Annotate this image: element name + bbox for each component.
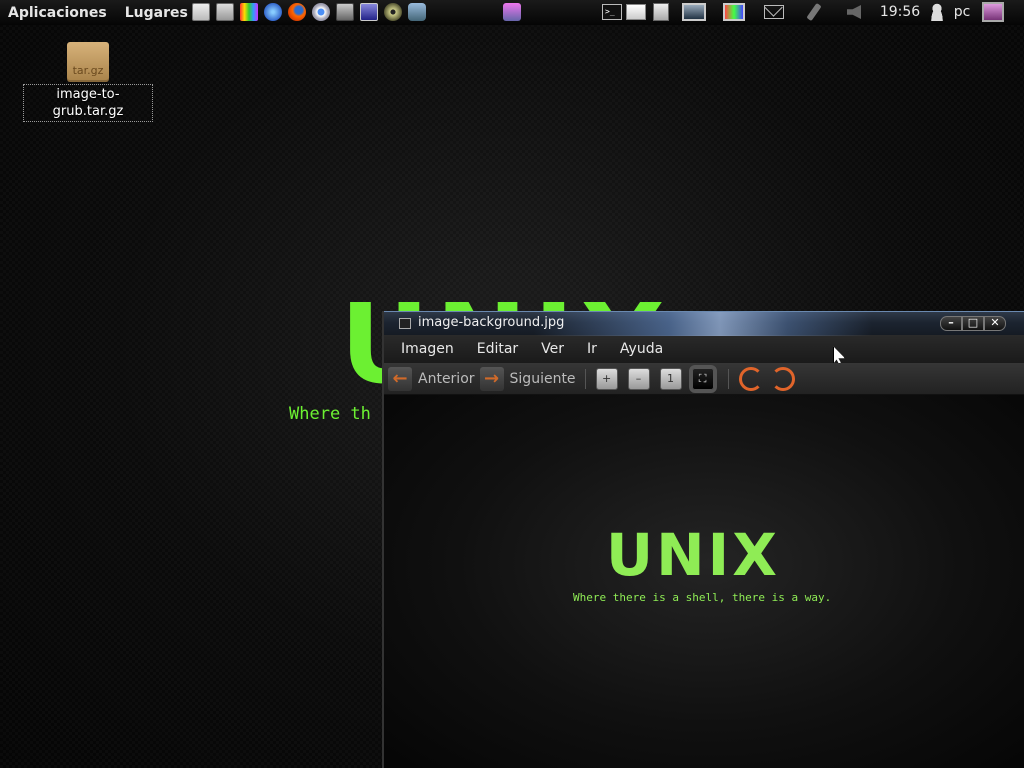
normal-size-button[interactable]: 1 <box>659 367 682 390</box>
text-editor-icon <box>192 3 210 21</box>
screenshot-launcher[interactable] <box>333 1 357 23</box>
power-indicator[interactable] <box>794 1 834 23</box>
image-viewer-window: image-background.jpg – □ ✕ Imagen Editar… <box>382 311 1024 768</box>
image-logo: UNIX <box>606 521 780 589</box>
wallpaper-tagline: Where th <box>289 404 371 424</box>
volume-icon <box>847 5 861 19</box>
user-name[interactable]: pc <box>948 1 976 23</box>
rotate-left-icon[interactable] <box>738 366 763 391</box>
maximize-button[interactable]: □ <box>962 316 984 331</box>
image-canvas[interactable]: UNIX Where there is a shell, there is a … <box>384 395 1024 768</box>
form-launcher[interactable] <box>213 1 237 23</box>
monitor-launcher[interactable] <box>357 1 381 23</box>
monitor-icon <box>360 3 378 21</box>
toolbar: ← Anterior → Siguiente + – 1 ⛶ <box>384 363 1024 395</box>
menu-ver[interactable]: Ver <box>541 341 564 357</box>
best-fit-button[interactable]: ⛶ <box>688 364 717 393</box>
text-editor-launcher[interactable] <box>189 1 213 23</box>
paint-icon <box>240 3 258 21</box>
chrome-icon <box>312 3 330 21</box>
folder-icon <box>626 4 646 20</box>
mail-indicator[interactable] <box>754 1 794 23</box>
next-button[interactable]: Siguiente <box>510 371 576 387</box>
zoom-out-button[interactable]: – <box>627 367 650 390</box>
rotate-right-icon[interactable] <box>770 366 795 391</box>
minimize-button[interactable]: – <box>940 316 962 331</box>
previous-arrow-icon[interactable]: ← <box>388 366 412 391</box>
session-menu[interactable] <box>976 1 1010 23</box>
firefox-launcher[interactable] <box>285 1 309 23</box>
toolbar-separator <box>727 368 729 389</box>
plug-icon <box>806 2 822 22</box>
window-menu-icon[interactable] <box>399 318 411 329</box>
database-launcher[interactable] <box>261 1 285 23</box>
image-tagline: Where there is a shell, there is a way. <box>573 591 832 604</box>
window-titlebar[interactable]: image-background.jpg – □ ✕ <box>384 311 1024 336</box>
toolbar-separator <box>584 368 586 389</box>
places-menu[interactable]: Lugares <box>125 5 188 21</box>
system-tray: >_ 19:56 pc <box>600 1 1010 23</box>
terminal-launcher[interactable]: >_ <box>600 1 624 23</box>
clock[interactable]: 19:56 <box>874 1 926 23</box>
top-panel: Aplicaciones Lugares >_ 19:56 pc <box>0 0 1024 25</box>
package-icon: tar.gz <box>67 42 109 82</box>
user-menu[interactable] <box>926 1 948 23</box>
desktop-file-label: image-to-grub.tar.gz <box>23 84 153 122</box>
color-icon <box>723 3 745 21</box>
display-icon <box>682 3 706 21</box>
screenshot-icon <box>336 3 354 21</box>
color-settings[interactable] <box>714 1 754 23</box>
launcher-bar <box>189 1 429 23</box>
terminal-icon: >_ <box>602 4 622 20</box>
desktop-file-icon[interactable]: tar.gz image-to-grub.tar.gz <box>23 42 153 122</box>
window-title: image-background.jpg <box>418 315 565 330</box>
network-launcher[interactable] <box>405 1 429 23</box>
mail-launcher[interactable] <box>500 1 524 23</box>
display-settings[interactable] <box>674 1 714 23</box>
package-badge: tar.gz <box>72 64 104 77</box>
form-icon <box>216 3 234 21</box>
archive-icon <box>653 3 669 21</box>
archive-launcher[interactable] <box>648 1 674 23</box>
menu-ir[interactable]: Ir <box>587 341 597 357</box>
database-icon <box>264 3 282 21</box>
next-arrow-icon[interactable]: → <box>479 366 504 391</box>
menu-editar[interactable]: Editar <box>477 341 518 357</box>
zoom-in-button[interactable]: + <box>595 367 618 390</box>
firefox-icon <box>288 3 306 21</box>
menu-ayuda[interactable]: Ayuda <box>620 341 663 357</box>
session-icon <box>982 2 1004 22</box>
volume-indicator[interactable] <box>834 1 874 23</box>
folder-launcher[interactable] <box>624 1 648 23</box>
disc-launcher[interactable] <box>381 1 405 23</box>
mail-icon <box>503 3 521 21</box>
network-icon <box>408 3 426 21</box>
menu-imagen[interactable]: Imagen <box>401 341 454 357</box>
applications-menu[interactable]: Aplicaciones <box>8 5 107 21</box>
paint-launcher[interactable] <box>237 1 261 23</box>
envelope-icon <box>764 5 784 19</box>
user-icon <box>929 3 945 21</box>
menu-bar: Imagen Editar Ver Ir Ayuda <box>384 335 1024 363</box>
disc-icon <box>384 3 402 21</box>
previous-button[interactable]: Anterior <box>418 371 475 387</box>
window-controls: – □ ✕ <box>940 316 1006 331</box>
close-button[interactable]: ✕ <box>984 316 1006 331</box>
chrome-launcher[interactable] <box>309 1 333 23</box>
